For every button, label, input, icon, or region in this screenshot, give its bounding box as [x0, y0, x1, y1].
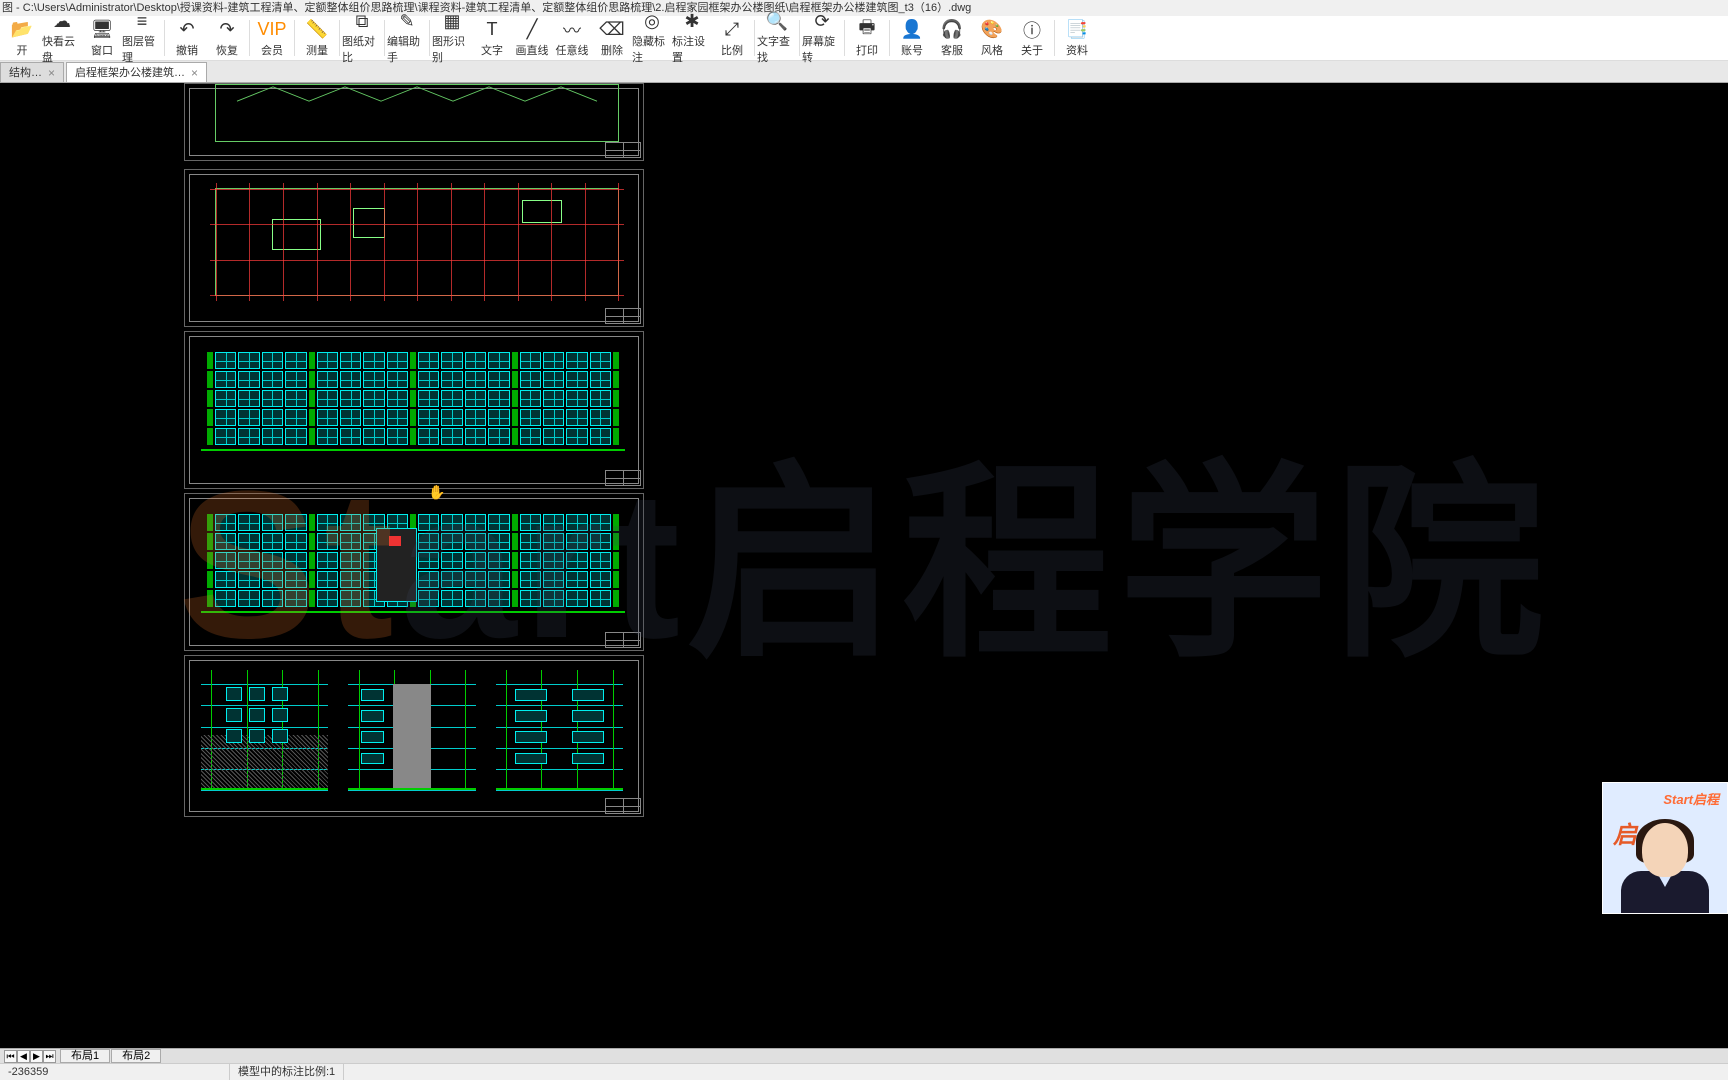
status-bar: -236359 模型中的标注比例:1 — [0, 1063, 1728, 1080]
tool-打印[interactable]: 🖶打印 — [847, 17, 887, 60]
tool-隐藏标注[interactable]: ◎隐藏标注 — [632, 17, 672, 60]
tool-开[interactable]: 📂开 — [2, 17, 42, 60]
删除-icon: ⌫ — [601, 19, 623, 41]
打印-icon: 🖶 — [856, 19, 878, 41]
tool-画直线[interactable]: ╱画直线 — [512, 17, 552, 60]
tool-图纸对比[interactable]: ⧉图纸对比 — [342, 17, 382, 60]
tool-图形识别[interactable]: ▦图形识别 — [432, 17, 472, 60]
layout-nav: ⏮ ◀ ▶ ⏭ — [4, 1050, 56, 1063]
隐藏标注-icon: ◎ — [641, 11, 663, 32]
风格-icon: 🎨 — [981, 19, 1003, 41]
drawing-sheet-3 — [184, 331, 644, 489]
video-brand: Start启程 — [1663, 789, 1719, 808]
nav-prev-button[interactable]: ◀ — [17, 1050, 30, 1063]
toolbar: 📂开☁快看云盘🖥窗口≡图层管理↶撤销↷恢复VIP会员📏测量⧉图纸对比✎编辑助手▦… — [0, 16, 1728, 61]
tool-客服[interactable]: 🎧客服 — [932, 17, 972, 60]
drawing-sheet-5 — [184, 655, 644, 817]
tool-比例[interactable]: ⤢比例 — [712, 17, 752, 60]
关于-icon: ⓘ — [1021, 19, 1043, 41]
layout-tab-bar: ⏮ ◀ ▶ ⏭ 布局1布局2 — [0, 1048, 1728, 1063]
tool-屏幕旋转[interactable]: ⟳屏幕旋转 — [802, 17, 842, 60]
tool-窗口[interactable]: 🖥窗口 — [82, 17, 122, 60]
图纸对比-icon: ⧉ — [351, 11, 373, 32]
tool-文字查找[interactable]: 🔍文字查找 — [757, 17, 797, 60]
tool-风格[interactable]: 🎨风格 — [972, 17, 1012, 60]
presenter-video: Start启程 启 学 — [1602, 782, 1728, 914]
资料-icon: 📑 — [1066, 19, 1088, 41]
drawing-sheet-1 — [184, 83, 644, 161]
nav-next-button[interactable]: ▶ — [30, 1050, 43, 1063]
tool-删除[interactable]: ⌫删除 — [592, 17, 632, 60]
测量-icon: 📏 — [306, 19, 328, 41]
开-icon: 📂 — [11, 19, 33, 41]
tool-编辑助手[interactable]: ✎编辑助手 — [387, 17, 427, 60]
doc-tab-bar: 结构…×启程框架办公楼建筑…× — [0, 61, 1728, 83]
doc-tab[interactable]: 启程框架办公楼建筑…× — [66, 62, 207, 82]
layout-tab[interactable]: 布局2 — [111, 1049, 161, 1063]
画直线-icon: ╱ — [521, 19, 543, 41]
close-icon[interactable]: × — [191, 63, 198, 83]
比例-icon: ⤢ — [721, 19, 743, 41]
presenter — [1620, 823, 1710, 913]
客服-icon: 🎧 — [941, 19, 963, 41]
编辑助手-icon: ✎ — [396, 11, 418, 32]
tool-标注设置[interactable]: ✱标注设置 — [672, 17, 712, 60]
窗口-icon: 🖥 — [91, 19, 113, 41]
status-coords: -236359 — [0, 1064, 230, 1080]
tool-账号[interactable]: 👤账号 — [892, 17, 932, 60]
tool-关于[interactable]: ⓘ关于 — [1012, 17, 1052, 60]
屏幕旋转-icon: ⟳ — [811, 11, 833, 32]
close-icon[interactable]: × — [48, 63, 55, 83]
nav-last-button[interactable]: ⏭ — [43, 1050, 56, 1063]
doc-tab[interactable]: 结构…× — [0, 62, 64, 82]
status-scale: 模型中的标注比例:1 — [230, 1064, 344, 1080]
恢复-icon: ↷ — [216, 19, 238, 41]
文字查找-icon: 🔍 — [766, 11, 788, 32]
tool-文字[interactable]: T文字 — [472, 17, 512, 60]
图形识别-icon: ▦ — [441, 11, 463, 32]
tool-恢复[interactable]: ↷恢复 — [207, 17, 247, 60]
快看云盘-icon: ☁ — [51, 11, 73, 32]
任意线-icon: 〰 — [561, 19, 583, 41]
layout-tab[interactable]: 布局1 — [60, 1049, 110, 1063]
tool-测量[interactable]: 📏测量 — [297, 17, 337, 60]
文字-icon: T — [481, 19, 503, 41]
drawing-sheet-2 — [184, 169, 644, 327]
drawing-sheet-4 — [184, 493, 644, 651]
tool-快看云盘[interactable]: ☁快看云盘 — [42, 17, 82, 60]
标注设置-icon: ✱ — [681, 11, 703, 32]
会员-icon: VIP — [261, 19, 283, 41]
tool-撤销[interactable]: ↶撤销 — [167, 17, 207, 60]
tool-任意线[interactable]: 〰任意线 — [552, 17, 592, 60]
图层管理-icon: ≡ — [131, 11, 153, 32]
nav-first-button[interactable]: ⏮ — [4, 1050, 17, 1063]
撤销-icon: ↶ — [176, 19, 198, 41]
tool-资料[interactable]: 📑资料 — [1057, 17, 1097, 60]
账号-icon: 👤 — [901, 19, 923, 41]
cursor-icon: ✋ — [428, 484, 445, 501]
drawing-canvas[interactable]: Start启程学院 — [0, 83, 1728, 1048]
tool-会员[interactable]: VIP会员 — [252, 17, 292, 60]
tool-图层管理[interactable]: ≡图层管理 — [122, 17, 162, 60]
